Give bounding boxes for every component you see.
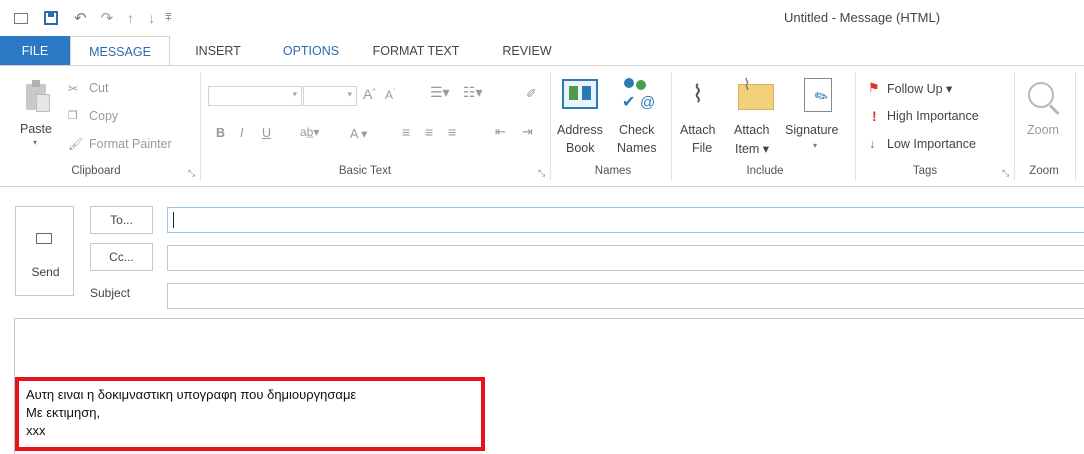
tab-review[interactable]: REVIEW — [497, 36, 557, 66]
cc-button[interactable]: Cc... — [90, 243, 153, 271]
group-separator — [1014, 72, 1015, 180]
font-name-combo[interactable]: ▾ — [208, 86, 302, 106]
attach-item-icon[interactable]: ⌇ — [738, 77, 774, 110]
customize-qat-icon[interactable]: ⩱ — [165, 12, 171, 25]
address-book-line1[interactable]: Address — [557, 123, 603, 137]
numbering-icon[interactable]: ☷▾ — [463, 84, 483, 101]
check-names-line2[interactable]: Names — [617, 141, 657, 155]
to-field[interactable] — [167, 207, 1084, 233]
names-group-label: Names — [594, 165, 632, 177]
quick-access-toolbar: ↶ ↷ ↑ ↓ ⩱ — [14, 8, 172, 28]
tab-format-text[interactable]: FORMAT TEXT — [368, 36, 464, 66]
low-importance-icon: ↓ — [869, 137, 876, 151]
font-color-button[interactable]: A ▾ — [350, 126, 367, 141]
paste-icon[interactable] — [24, 80, 50, 114]
signature-icon[interactable]: ✎ — [804, 78, 832, 112]
paste-dropdown-icon[interactable]: ▾ — [33, 138, 37, 147]
signature-line-3: xxx — [26, 423, 46, 438]
highlight-icon[interactable]: ab̲▾ — [300, 125, 319, 139]
signature-block: Αυτη ειναι η δοκιμναστικη υπογραφη που δ… — [15, 377, 485, 451]
zoom-button[interactable]: Zoom — [1027, 123, 1059, 137]
basic-text-launcher-icon[interactable]: ⤡ — [538, 168, 546, 178]
align-center-icon[interactable]: ≡ — [425, 124, 433, 140]
align-right-icon[interactable]: ≡ — [448, 124, 456, 140]
group-separator — [855, 72, 856, 180]
group-separator — [200, 72, 201, 180]
attach-file-line2[interactable]: File — [692, 141, 712, 155]
zoom-magnifier-icon[interactable] — [1028, 82, 1060, 116]
clipboard-group-label: Clipboard — [71, 165, 121, 177]
text-cursor — [173, 212, 174, 228]
outlook-window-icon[interactable] — [14, 12, 28, 24]
signature-line-2: Με εκτιμηση, — [26, 405, 101, 420]
window-title: Untitled - Message (HTML) — [784, 10, 941, 25]
increase-indent-icon[interactable]: ⇥ — [522, 124, 533, 140]
address-book-line2[interactable]: Book — [566, 141, 595, 155]
bullets-icon[interactable]: ☰▾ — [430, 84, 450, 101]
address-book-icon[interactable] — [562, 79, 598, 109]
redo-icon[interactable]: ↷ — [101, 9, 114, 27]
low-importance-button[interactable]: Low Importance — [887, 137, 976, 151]
include-group-label: Include — [746, 165, 784, 177]
tab-insert[interactable]: INSERT — [192, 36, 244, 66]
copy-button[interactable]: Copy — [89, 109, 118, 123]
subject-label: Subject — [90, 286, 131, 300]
arrow-up-icon[interactable]: ↑ — [127, 10, 134, 26]
tags-group-label: Tags — [912, 165, 938, 177]
tab-options[interactable]: OPTIONS — [276, 36, 346, 66]
shrink-font-icon[interactable]: Aˇ — [385, 88, 395, 102]
high-importance-button[interactable]: High Importance — [887, 109, 979, 123]
group-separator — [671, 72, 672, 180]
group-separator — [550, 72, 551, 180]
group-separator — [1075, 72, 1076, 180]
cc-field[interactable] — [167, 245, 1084, 271]
grow-font-icon[interactable]: A^ — [363, 86, 376, 102]
send-envelope-icon — [36, 233, 52, 244]
bold-button[interactable]: B — [216, 126, 225, 140]
paste-button[interactable]: Paste — [20, 122, 52, 136]
tab-file[interactable]: FILE — [0, 36, 70, 66]
paperclip-icon[interactable]: ⌇ — [692, 80, 704, 109]
tab-message[interactable]: MESSAGE — [70, 36, 170, 66]
align-left-icon[interactable]: ≡ — [402, 124, 410, 140]
check-names-icon[interactable]: ✔ @ — [620, 78, 662, 114]
format-painter-button[interactable]: Format Painter — [89, 137, 172, 151]
to-button[interactable]: To... — [90, 206, 153, 234]
follow-up-button[interactable]: Follow Up ▾ — [887, 81, 952, 96]
signature-dropdown-icon[interactable]: ▾ — [813, 141, 817, 150]
check-names-line1[interactable]: Check — [619, 123, 654, 137]
attach-item-line1[interactable]: Attach — [734, 123, 769, 137]
tags-launcher-icon[interactable]: ⤡ — [1002, 168, 1010, 178]
italic-button[interactable]: I — [240, 126, 243, 140]
decrease-indent-icon[interactable]: ⇤ — [495, 124, 506, 140]
signature-line-1: Αυτη ειναι η δοκιμναστικη υπογραφη που δ… — [26, 387, 357, 402]
clipboard-launcher-icon[interactable]: ⤡ — [188, 168, 196, 178]
attach-item-line2[interactable]: Item ▾ — [735, 141, 769, 156]
send-button[interactable]: Send — [15, 206, 74, 296]
cut-icon: ✂ — [68, 82, 79, 96]
underline-button[interactable]: U — [262, 126, 271, 140]
signature-button[interactable]: Signature — [785, 123, 839, 137]
high-importance-icon: ! — [872, 108, 877, 124]
copy-icon: ❐ — [68, 110, 78, 122]
attach-file-line1[interactable]: Attach — [680, 123, 715, 137]
follow-up-flag-icon: ⚑ — [868, 80, 880, 95]
cut-button[interactable]: Cut — [89, 81, 108, 95]
zoom-group-label: Zoom — [1029, 165, 1059, 177]
font-size-combo[interactable]: ▾ — [303, 86, 357, 106]
save-icon[interactable] — [44, 11, 58, 25]
arrow-down-icon[interactable]: ↓ — [148, 10, 155, 26]
send-label: Send — [31, 265, 60, 279]
basic-text-group-label: Basic Text — [338, 165, 392, 177]
subject-field[interactable] — [167, 283, 1084, 309]
format-painter-icon: 🖌 — [68, 137, 84, 151]
clear-formatting-icon[interactable]: ✐ — [526, 86, 537, 102]
undo-icon[interactable]: ↶ — [74, 9, 87, 27]
